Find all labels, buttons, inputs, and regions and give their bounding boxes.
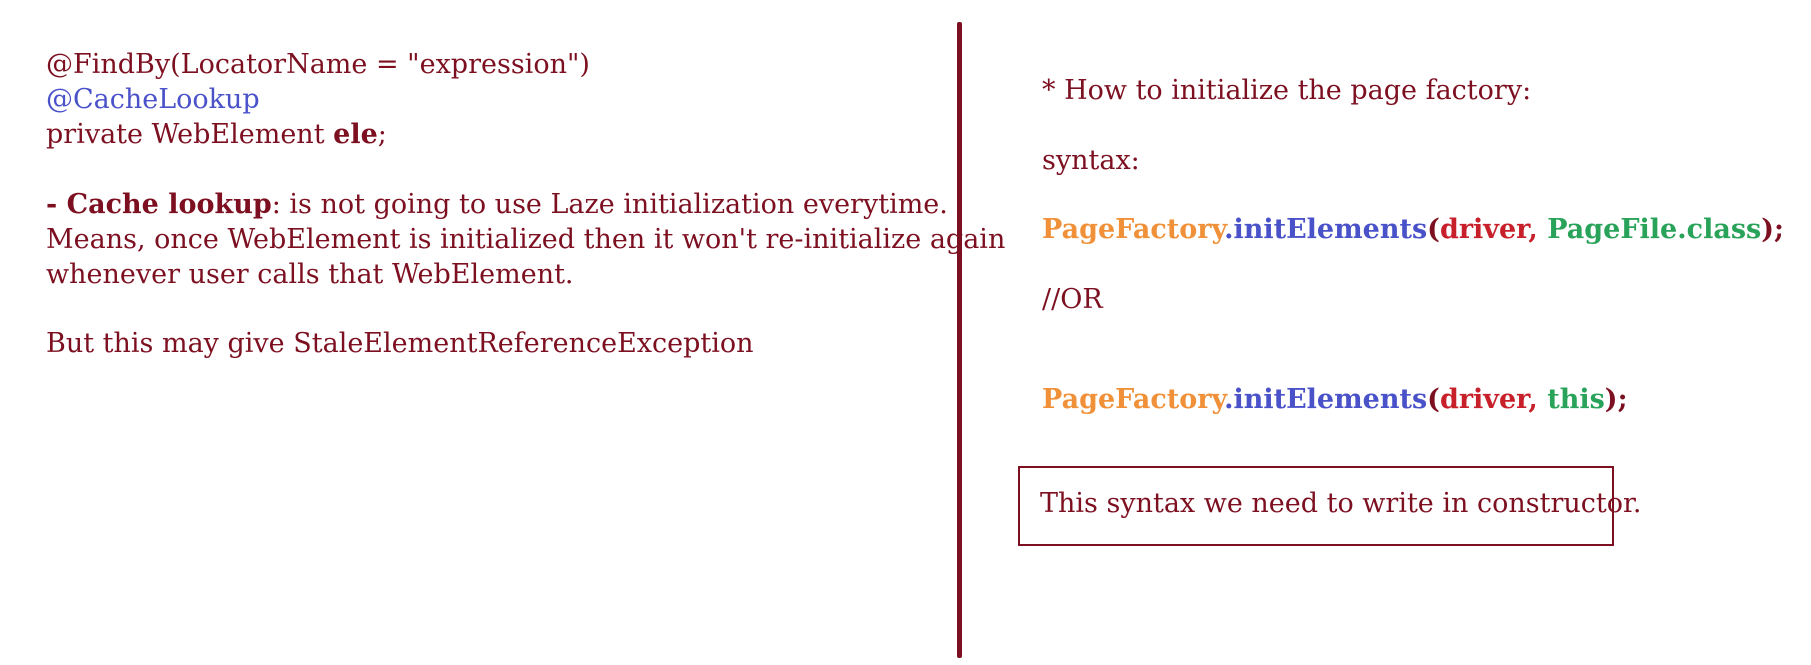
code1-close: ); <box>1761 214 1784 245</box>
code2-arg-this: this <box>1547 384 1605 415</box>
cache-lookup-term: - Cache lookup <box>46 189 272 220</box>
cachelookup-annotation: @CacheLookup <box>46 84 260 115</box>
code1-method: initElements <box>1233 214 1428 245</box>
cache-lookup-description-2: Means, once WebElement is initialized th… <box>46 224 1006 255</box>
syntax-label: syntax: <box>1042 145 1140 176</box>
code1-class: PageFactory <box>1042 214 1225 245</box>
page-factory-heading: * How to initialize the page factory: <box>1042 75 1532 106</box>
code2-method: initElements <box>1233 384 1428 415</box>
findby-annotation: @FindBy(LocatorName = "expression") <box>46 49 590 80</box>
field-declaration: private WebElement ele; <box>46 118 387 152</box>
code1-arg-pagefile: PageFile.class <box>1547 214 1762 245</box>
stale-element-warning: But this may give StaleElementReferenceE… <box>46 328 754 359</box>
or-comment: //OR <box>1042 284 1103 315</box>
code2-arg-driver: driver, <box>1439 384 1538 415</box>
code1-arg-driver: driver, <box>1439 214 1538 245</box>
code1-open-paren: ( <box>1427 214 1440 245</box>
field-name: ele <box>333 119 378 150</box>
code2-close: ); <box>1604 384 1628 415</box>
column-divider <box>957 22 962 658</box>
field-prefix: private WebElement <box>46 119 334 150</box>
code2-open-paren: ( <box>1427 384 1440 415</box>
cache-lookup-description-1: - Cache lookup: is not going to use Laze… <box>46 188 948 222</box>
code2-class: PageFactory <box>1042 384 1225 415</box>
constructor-note-box: This syntax we need to write in construc… <box>1018 466 1642 546</box>
field-suffix: ; <box>377 119 387 150</box>
code-line-2: PageFactory.initElements(driver, this); <box>1042 383 1628 417</box>
constructor-note: This syntax we need to write in construc… <box>1040 488 1642 519</box>
cache-lookup-description-3: whenever user calls that WebElement. <box>46 259 574 290</box>
code-line-1: PageFactory.initElements(driver, PageFil… <box>1042 213 1784 247</box>
cache-lookup-desc: : is not going to use Laze initializatio… <box>271 189 948 220</box>
